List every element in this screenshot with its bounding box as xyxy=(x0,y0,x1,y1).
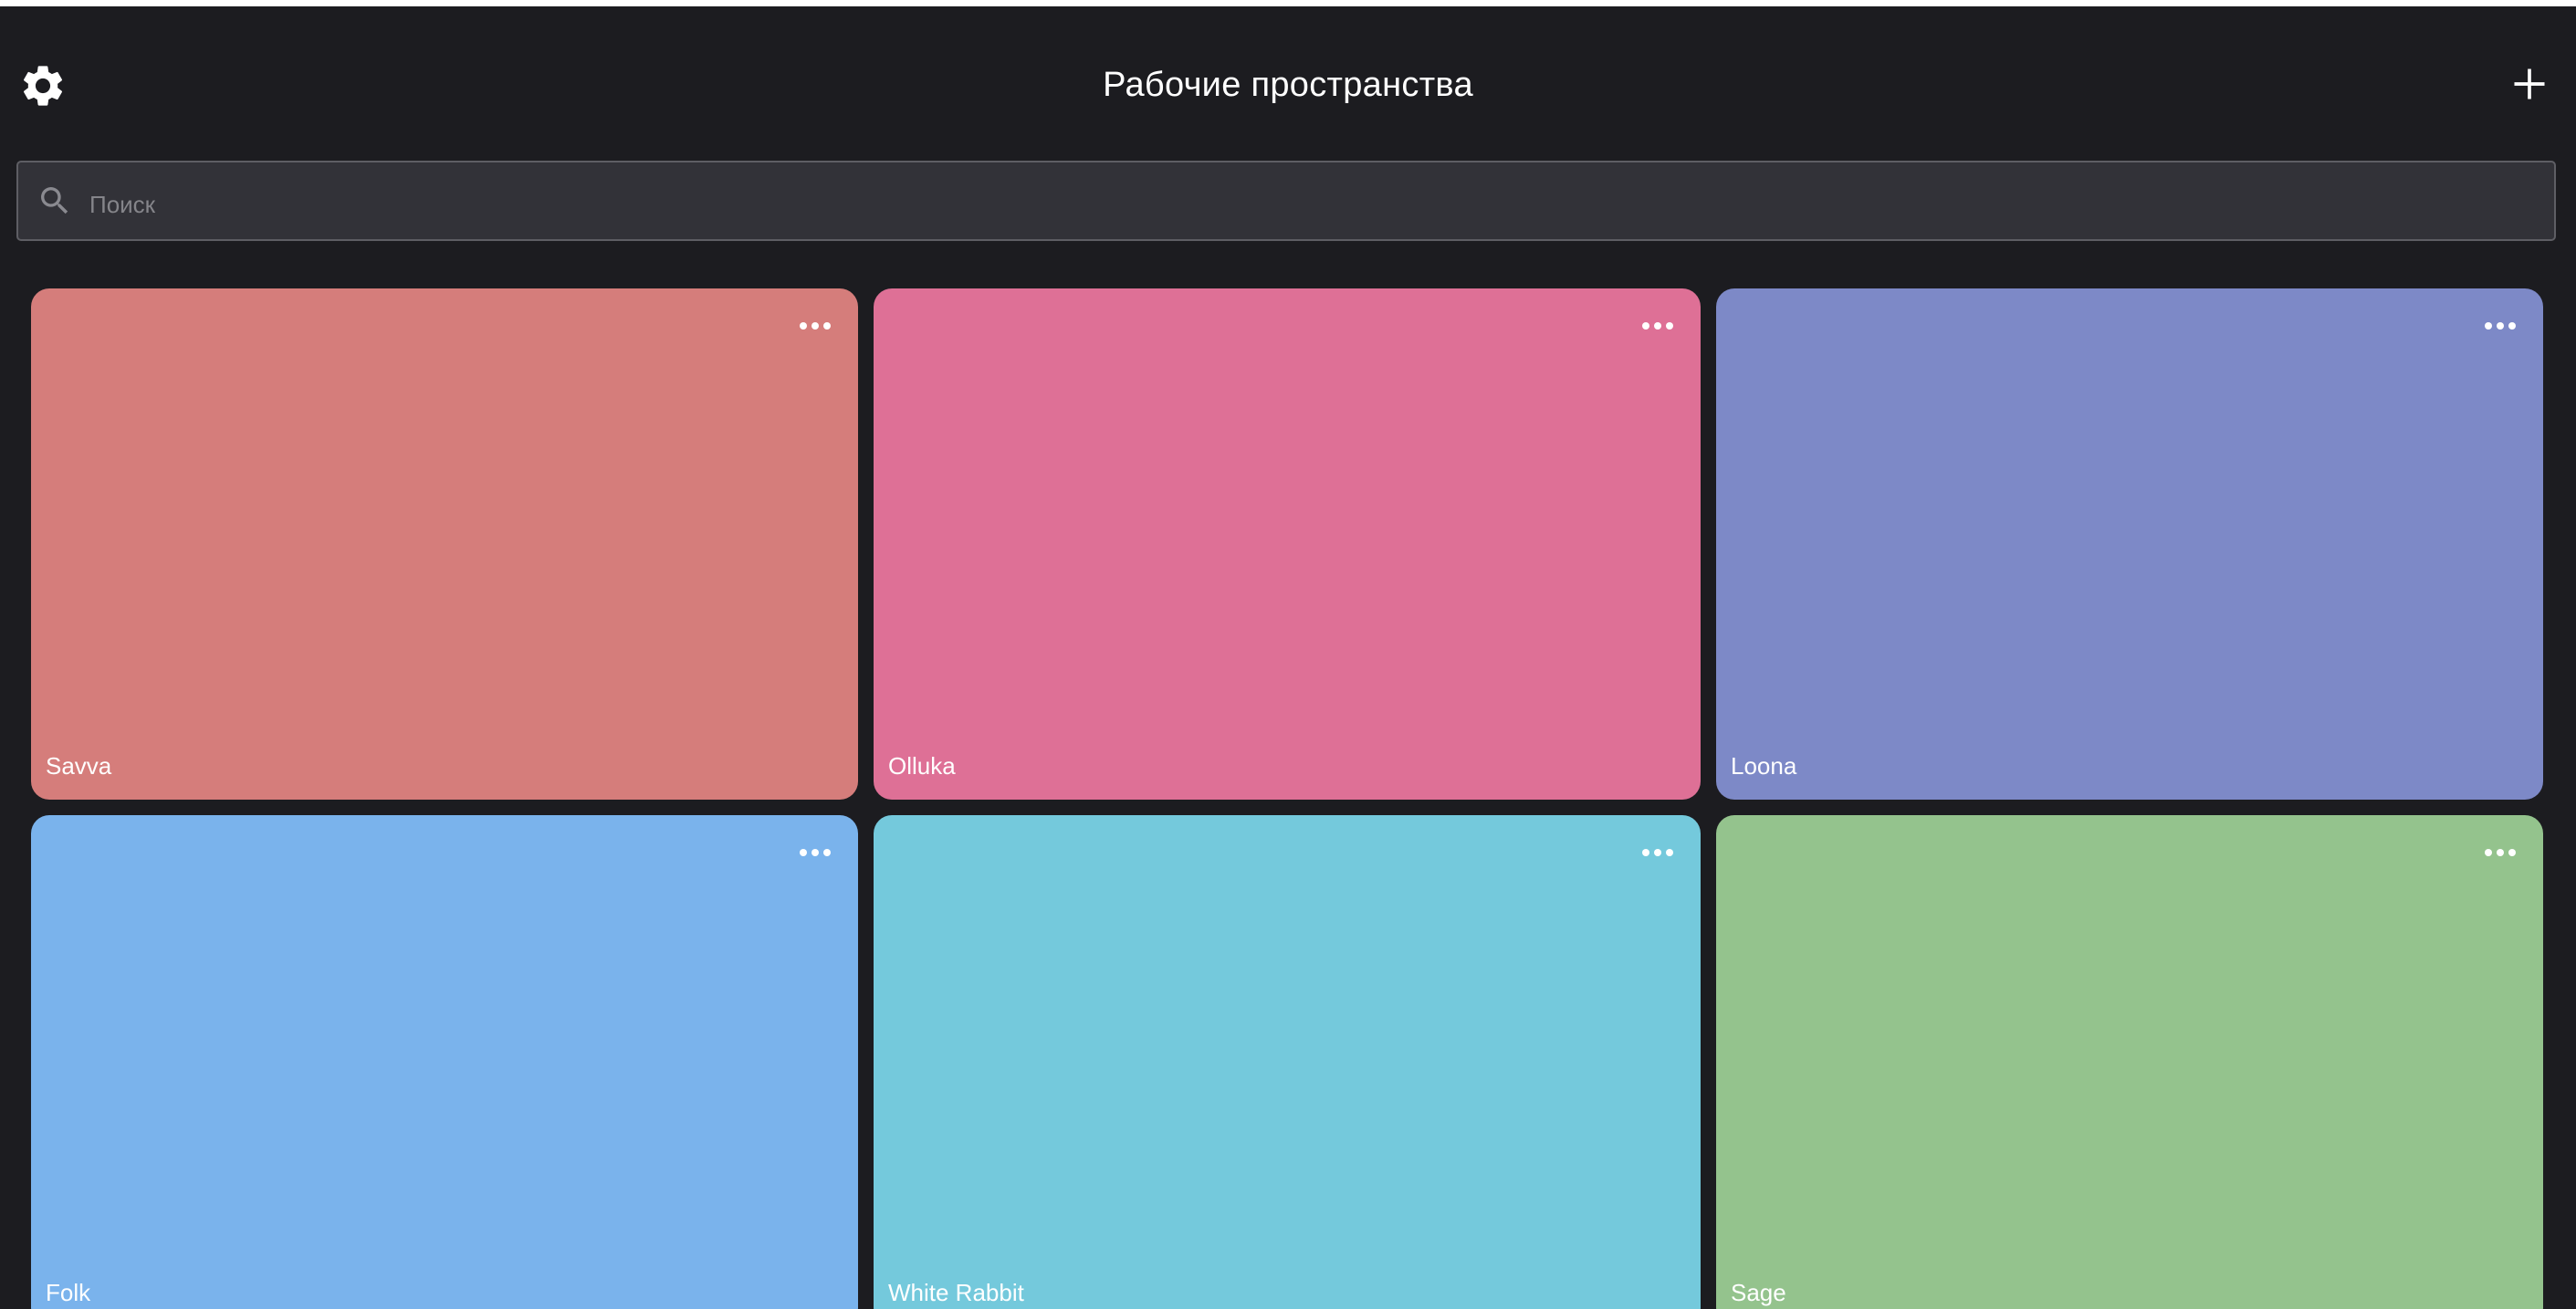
plus-icon xyxy=(2514,68,2545,99)
card-menu-button[interactable] xyxy=(1635,839,1681,866)
top-strip xyxy=(0,0,2576,6)
more-horizontal-icon xyxy=(2485,322,2516,330)
search-input[interactable] xyxy=(88,176,2554,233)
search-icon xyxy=(37,183,73,219)
workspace-card[interactable]: White Rabbit xyxy=(874,815,1701,1309)
workspace-name: Folk xyxy=(46,1279,91,1306)
header: Рабочие пространства xyxy=(0,6,2576,151)
workspace-name: Savva xyxy=(46,752,112,780)
card-menu-button[interactable] xyxy=(1635,312,1681,340)
workspace-name: White Rabbit xyxy=(888,1279,1024,1306)
workspace-card[interactable]: Folk xyxy=(31,815,858,1309)
add-workspace-button[interactable] xyxy=(2507,61,2552,107)
workspace-card[interactable]: Savva xyxy=(31,288,858,800)
more-horizontal-icon xyxy=(800,849,831,856)
page-title: Рабочие пространства xyxy=(1103,66,1473,104)
workspace-card[interactable]: Olluka xyxy=(874,288,1701,800)
workspaces-screen: Рабочие пространства Savva Olluka xyxy=(0,0,2576,1309)
more-horizontal-icon xyxy=(800,322,831,330)
more-horizontal-icon xyxy=(2485,849,2516,856)
card-menu-button[interactable] xyxy=(792,312,838,340)
workspace-name: Olluka xyxy=(888,752,956,780)
workspace-name: Sage xyxy=(1731,1279,1786,1306)
search-field[interactable] xyxy=(16,161,2556,241)
more-horizontal-icon xyxy=(1642,849,1673,856)
card-menu-button[interactable] xyxy=(792,839,838,866)
workspace-name: Loona xyxy=(1731,752,1797,780)
workspace-card[interactable]: Loona xyxy=(1716,288,2543,800)
card-menu-button[interactable] xyxy=(2477,839,2523,866)
workspace-card[interactable]: Sage xyxy=(1716,815,2543,1309)
card-menu-button[interactable] xyxy=(2477,312,2523,340)
workspace-grid: Savva Olluka Loona Folk White Rabbit Sag… xyxy=(31,288,2543,1309)
more-horizontal-icon xyxy=(1642,322,1673,330)
